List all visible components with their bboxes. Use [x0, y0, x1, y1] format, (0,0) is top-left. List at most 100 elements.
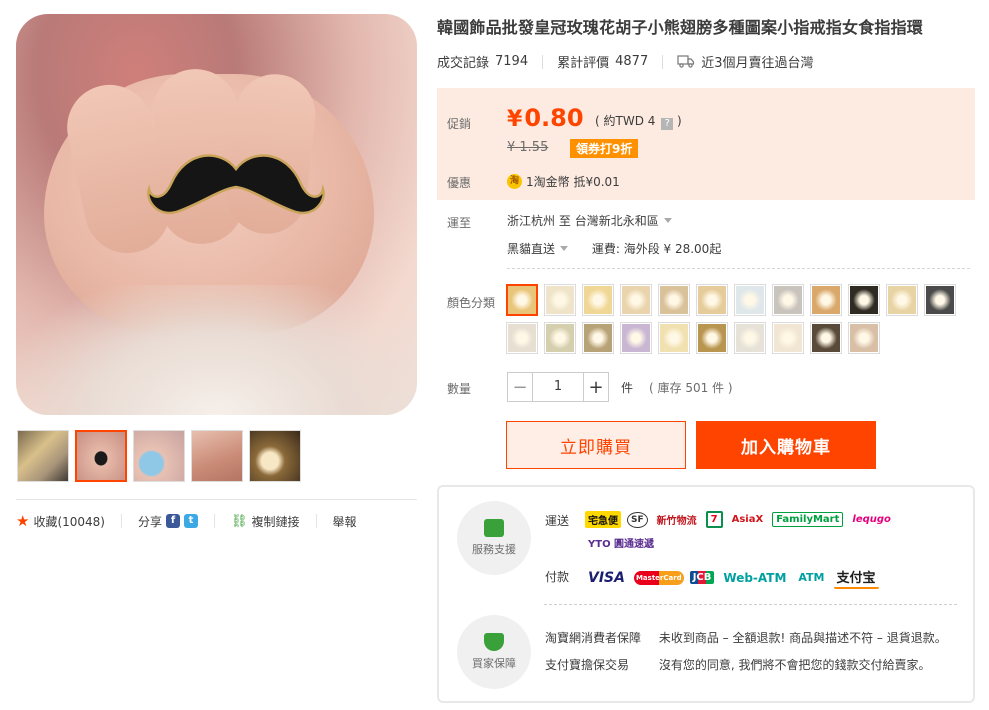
shipping-route: 浙江杭州 至 台灣新北永和區: [507, 212, 672, 229]
mastercard-logo: MasterCard: [633, 570, 684, 585]
variant-swatch[interactable]: [772, 322, 804, 354]
familymart-logo: FamilyMart: [772, 512, 844, 527]
variant-swatch[interactable]: [544, 284, 576, 316]
separator: [214, 514, 216, 528]
separator: [662, 54, 664, 69]
thumbnail-4[interactable]: [191, 430, 243, 482]
mustache-ring-icon: [147, 154, 325, 215]
stock-text: ( 庫存 501 件 ): [649, 380, 733, 395]
divider: [544, 604, 957, 605]
currency-symbol: ¥: [507, 107, 523, 132]
variant-image: [546, 324, 574, 352]
variant-swatch[interactable]: [734, 322, 766, 354]
variant-swatch[interactable]: [544, 322, 576, 354]
left-action-bar: ★ 收藏(10048) 分享 f t ⛓ 複制鏈接 舉報: [16, 499, 417, 530]
thumbnail-1[interactable]: [17, 430, 69, 482]
variant-image: [660, 324, 688, 352]
stats-bar: 成交記錄 7194 累計評價 4877 近3個月賣往過台灣: [437, 52, 814, 71]
guarantee-desc: 沒有您的同意, 我們將不會把您的錢款交付給賣家。: [658, 658, 931, 672]
hct-logo: 新竹物流: [656, 516, 697, 527]
support-badge: 服務支援: [457, 501, 531, 575]
ship-method: 黑貓直送: [507, 242, 556, 256]
favorite-button[interactable]: ★ 收藏(10048): [16, 512, 105, 530]
decrease-button[interactable]: −: [507, 372, 533, 402]
variant-swatch[interactable]: [734, 284, 766, 316]
variant-swatch[interactable]: [696, 284, 728, 316]
variant-swatch[interactable]: [848, 322, 880, 354]
guarantee-row: 支付寶擔保交易 沒有您的同意, 我們將不會把您的錢款交付給賣家。: [545, 656, 930, 673]
separator: [542, 54, 544, 69]
yto-logo: YTO 圓通速遞: [588, 539, 655, 550]
twitter-icon[interactable]: t: [184, 514, 199, 528]
variant-image: [888, 286, 916, 314]
copy-link-button[interactable]: ⛓ 複制鏈接: [231, 513, 300, 530]
ship-to-select[interactable]: 台灣新北永和區: [575, 214, 672, 228]
payment-label: 付款: [545, 570, 570, 584]
seven-eleven-logo: 7: [705, 511, 723, 528]
report-link[interactable]: 舉報: [333, 513, 357, 530]
payment-logos: VISA MasterCard JCB Web-ATM ATM 支付宝: [585, 566, 879, 589]
variant-swatch[interactable]: [582, 284, 614, 316]
guarantee-name: 淘寶網消費者保障: [545, 631, 642, 645]
variant-swatch[interactable]: [810, 284, 842, 316]
variant-swatch[interactable]: [582, 322, 614, 354]
variant-swatch[interactable]: [886, 284, 918, 316]
variant-image: [926, 286, 954, 314]
visa-logo: VISA: [588, 569, 625, 586]
guarantee-desc: 未收到商品 – 全額退款! 商品與描述不符 – 退貨退款。: [658, 631, 947, 645]
quantity-input[interactable]: 1: [533, 372, 583, 402]
variant-swatch[interactable]: [620, 284, 652, 316]
service-box: 服務支援 運送 宅急便 SF 新竹物流 7 AsiaX FamilyMart l…: [437, 485, 975, 703]
perk-label: 優惠: [447, 176, 472, 190]
product-title: 韓國飾品批發皇冠玫瑰花胡子小熊翅膀多種圖案小指戒指女食指指環: [437, 18, 924, 37]
thumbnail-5[interactable]: [249, 430, 301, 482]
original-price: ¥ 1.55: [507, 140, 548, 155]
thumbnail-strip: [17, 430, 301, 482]
ship-method-select[interactable]: 黑貓直送: [507, 242, 569, 256]
price-box: 促銷 ¥0.80 ( 約TWD 4 ? ) ¥ 1.55 領券打9折 優惠 淘 …: [437, 88, 975, 200]
variant-swatch[interactable]: [810, 322, 842, 354]
variant-swatch[interactable]: [506, 322, 538, 354]
perk-text: 1淘金幣 抵¥0.01: [526, 175, 620, 189]
add-to-cart-button[interactable]: 加入購物車: [696, 421, 876, 469]
promo-label: 促銷: [447, 117, 472, 131]
variant-image: [736, 286, 764, 314]
chevron-down-icon: [663, 218, 672, 223]
quantity-stepper: − 1 + 件 ( 庫存 501 件 ): [507, 372, 733, 402]
perk-row: 淘 1淘金幣 抵¥0.01: [507, 173, 620, 190]
facebook-icon[interactable]: f: [166, 514, 181, 528]
variant-image: [660, 286, 688, 314]
report-label: 舉報: [332, 514, 357, 529]
guarantee-label: 買家保障: [472, 657, 516, 670]
variant-swatch[interactable]: [772, 284, 804, 316]
reviews-label[interactable]: 累計評價: [557, 52, 609, 71]
variant-swatch[interactable]: [658, 284, 690, 316]
variant-swatch[interactable]: [506, 284, 538, 316]
main-product-image: [16, 14, 417, 415]
twd-text: ( 約TWD 4: [595, 114, 656, 128]
variant-swatch[interactable]: [848, 284, 880, 316]
twd-close: ): [677, 114, 682, 128]
variant-label: 顏色分類: [447, 296, 496, 310]
separator: [315, 514, 317, 528]
increase-button[interactable]: +: [583, 372, 609, 402]
variant-swatch[interactable]: [696, 322, 728, 354]
variant-image: [508, 324, 536, 352]
variant-swatch[interactable]: [658, 322, 690, 354]
thumbnail-2[interactable]: [75, 430, 127, 482]
reviews-value[interactable]: 4877: [615, 54, 648, 69]
buy-now-button[interactable]: 立即購買: [506, 421, 686, 469]
coupon-button[interactable]: 領券打9折: [570, 139, 639, 158]
variant-image: [698, 324, 726, 352]
ship-to-word: 至: [558, 214, 571, 228]
separator: [121, 514, 122, 528]
help-icon[interactable]: ?: [661, 118, 674, 130]
share-label: 分享: [138, 514, 163, 529]
variant-swatch[interactable]: [924, 284, 956, 316]
promo-price: ¥0.80: [507, 104, 584, 132]
guarantee-badge: 買家保障: [457, 615, 531, 689]
share-group: 分享 f t: [138, 513, 199, 530]
sales-value: 7194: [495, 54, 529, 69]
thumbnail-3[interactable]: [133, 430, 185, 482]
variant-swatch[interactable]: [620, 322, 652, 354]
